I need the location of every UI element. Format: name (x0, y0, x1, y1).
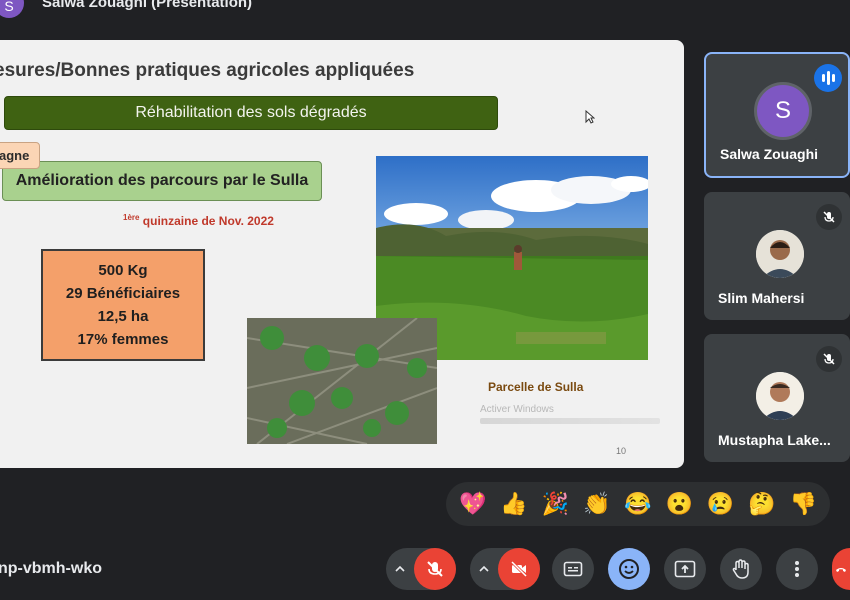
captions-icon (563, 561, 583, 577)
stat-quantity: 500 Kg (98, 262, 148, 279)
leaves-photo-drawing (247, 318, 437, 444)
reaction-thumbs-down[interactable]: 👎 (786, 487, 820, 521)
mouse-cursor-icon (585, 110, 595, 124)
present-icon (674, 560, 696, 578)
present-screen-button[interactable] (664, 548, 706, 590)
more-vert-icon (795, 561, 799, 577)
stat-area: 12,5 ha (97, 308, 149, 325)
raise-hand-button[interactable] (720, 548, 762, 590)
phone-hangup-icon (836, 568, 846, 572)
stat-women: 17% femmes (77, 331, 169, 348)
participant-tile-mustapha[interactable]: Mustapha Lake... (704, 334, 850, 462)
mic-toggle-button[interactable] (414, 548, 456, 590)
participant-photo (756, 230, 804, 278)
hand-icon (732, 559, 749, 579)
mic-off-icon (816, 346, 842, 372)
presenter-avatar: S (0, 0, 24, 18)
camera-off-icon (510, 560, 528, 578)
participant-name: Slim Mahersi (718, 290, 805, 306)
reaction-laugh[interactable]: 😂 (621, 487, 655, 521)
participant-avatar: S (754, 82, 812, 140)
reaction-thumbs-up[interactable]: 👍 (497, 487, 531, 521)
slide-tag: agne (0, 142, 41, 169)
camera-toggle-button[interactable] (498, 548, 540, 590)
participant-tile-slim[interactable]: Slim Mahersi (704, 192, 850, 320)
emoji-icon (619, 559, 639, 579)
date-superscript: 1ère (123, 213, 140, 222)
windows-watermark: Activer Windows (480, 404, 554, 415)
top-bar: S Salwa Zouaghi (Présentation) (0, 0, 850, 24)
stats-box: 500 Kg 29 Bénéficiaires 12,5 ha 17% femm… (41, 249, 205, 361)
slide-date: 1ère quinzaine de Nov. 2022 (123, 213, 274, 228)
mic-off-icon (816, 204, 842, 230)
date-text: quinzaine de Nov. 2022 (139, 214, 274, 228)
meet-window: S Salwa Zouaghi (Présentation) esures/Bo… (0, 0, 850, 600)
photo-caption: Parcelle de Sulla (488, 380, 584, 394)
reaction-sad[interactable]: 😢 (704, 487, 738, 521)
reactions-bar: 💖 👍 🎉 👏 😂 😮 😢 🤔 👎 (446, 482, 830, 526)
reaction-heart[interactable]: 💖 (456, 487, 490, 521)
reaction-clap[interactable]: 👏 (580, 487, 614, 521)
speaking-indicator-icon (814, 64, 842, 92)
captions-button[interactable] (552, 548, 594, 590)
slide-subtitle: Amélioration des parcours par le Sulla (2, 161, 322, 201)
slide-title: esures/Bonnes pratiques agricoles appliq… (0, 60, 415, 81)
slide-banner: Réhabilitation des sols dégradés (4, 96, 498, 130)
participant-name: Mustapha Lake... (718, 432, 831, 448)
leave-call-button[interactable] (832, 548, 850, 590)
reaction-party[interactable]: 🎉 (538, 487, 572, 521)
shared-slide: esures/Bonnes pratiques agricoles appliq… (0, 40, 684, 468)
meeting-code: np-vbmh-wko (0, 560, 102, 577)
reaction-surprised[interactable]: 😮 (662, 487, 696, 521)
leaves-photo (247, 318, 437, 444)
slide-page-number: 10 (616, 446, 627, 456)
mic-off-icon (427, 561, 443, 577)
more-options-button[interactable] (776, 548, 818, 590)
participant-name: Salwa Zouaghi (720, 146, 819, 162)
camera-options-chevron-icon[interactable] (475, 560, 493, 578)
reaction-thinking[interactable]: 🤔 (745, 487, 779, 521)
watermark-line (480, 418, 660, 424)
stat-beneficiaries: 29 Bénéficiaires (65, 285, 181, 302)
mic-options-chevron-icon[interactable] (391, 560, 409, 578)
emoji-reactions-button[interactable] (608, 548, 650, 590)
participant-tile-salwa[interactable]: S Salwa Zouaghi (704, 52, 850, 178)
presentation-title: Salwa Zouaghi (Présentation) (42, 0, 253, 11)
participant-photo (756, 372, 804, 420)
